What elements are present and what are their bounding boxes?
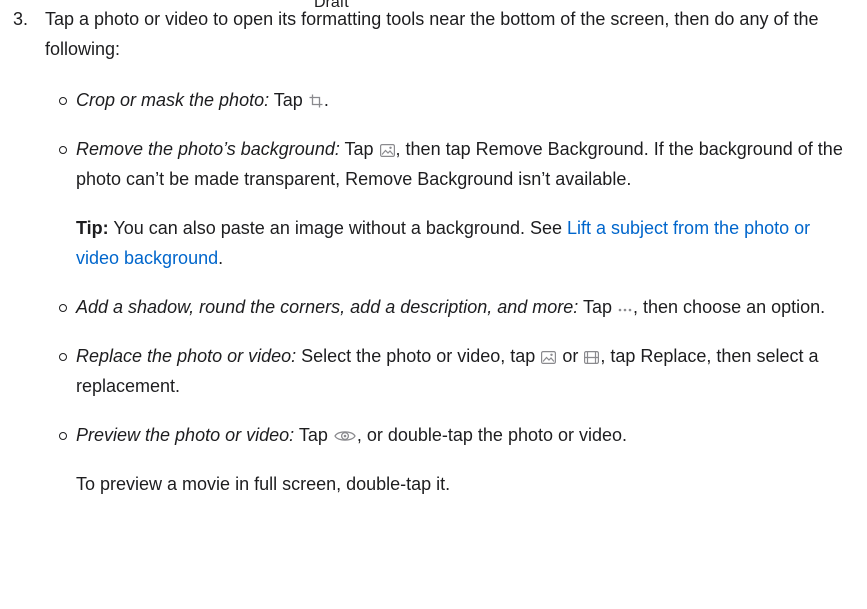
sub-list: Crop or mask the photo: Tap . Remove the… <box>13 85 846 450</box>
closing-paragraph: To preview a movie in full screen, doubl… <box>76 474 451 494</box>
item-label: Preview the photo or video: <box>76 425 295 445</box>
item-text: or <box>557 346 584 366</box>
list-item: Replace the photo or video: Select the p… <box>59 341 846 401</box>
step-3: 3. Tap a photo or video to open its form… <box>13 4 853 499</box>
item-text: , or double-tap the photo or video. <box>356 425 628 445</box>
tip-end: . <box>218 248 224 268</box>
step-text: Tap a photo or video to open its formatt… <box>45 9 819 59</box>
list-item: Remove the photo’s background: Tap , the… <box>59 134 846 273</box>
crop-icon <box>309 94 323 108</box>
photo-icon <box>541 351 557 364</box>
item-text: , then choose an option. <box>633 297 826 317</box>
item-text: Tap <box>269 90 308 110</box>
eye-icon <box>334 429 356 443</box>
tip-text: You can also paste an image without a ba… <box>108 218 567 238</box>
item-text: . <box>323 90 329 110</box>
step-number: 3. <box>13 9 29 29</box>
tip-label: Tip: <box>76 218 109 238</box>
item-text: Tap <box>578 297 618 317</box>
item-label: Replace the photo or video: <box>76 346 297 366</box>
item-text: Tap <box>339 139 379 159</box>
list-item: Preview the photo or video: Tap , or dou… <box>59 420 846 450</box>
item-text: Tap <box>294 425 333 445</box>
list-item: Add a shadow, round the corners, add a d… <box>59 292 846 322</box>
more-icon <box>618 301 632 315</box>
tip-paragraph: Tip: You can also paste an image without… <box>76 213 846 273</box>
item-label: Remove the photo’s background: <box>76 139 340 159</box>
item-label: Add a shadow, round the corners, add a d… <box>76 297 579 317</box>
list-item: Crop or mask the photo: Tap . <box>59 85 846 115</box>
film-icon <box>584 351 600 364</box>
item-text: Select the photo or video, tap <box>296 346 541 366</box>
item-label: Crop or mask the photo: <box>76 90 270 110</box>
photo-icon <box>379 144 395 157</box>
